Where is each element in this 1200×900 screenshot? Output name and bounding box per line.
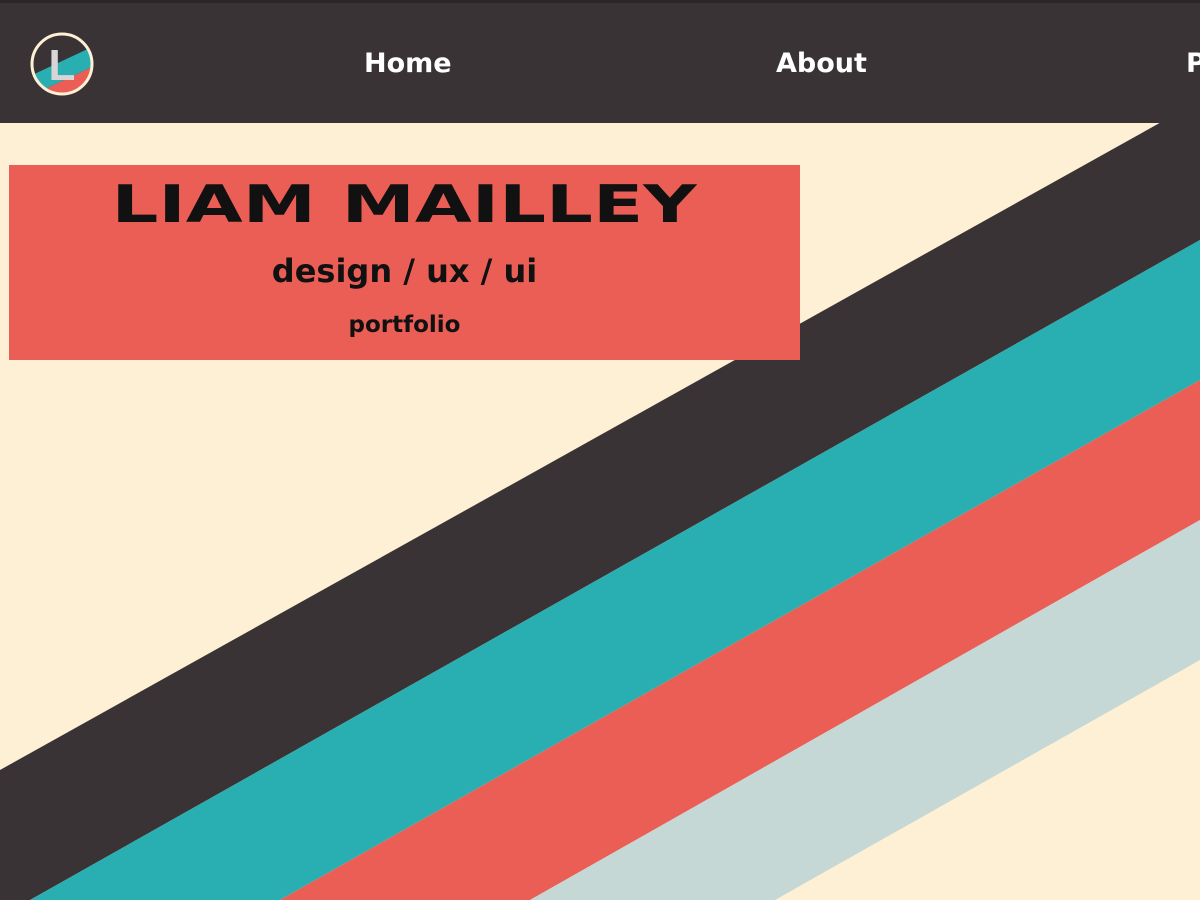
hero-tagline: portfolio — [348, 312, 461, 338]
hero-name-wordmark: LIAM MAILLEY — [112, 175, 699, 231]
nav-link-home[interactable]: Home — [364, 47, 452, 81]
page: L Home About P LIAM MAILLEY design / ux … — [0, 0, 1200, 900]
top-navigation-bar: L Home About P — [0, 0, 1200, 123]
nav-link-about[interactable]: About — [776, 47, 867, 81]
logo-letter: L — [49, 41, 76, 90]
circle-l-logo-icon[interactable]: L — [30, 32, 94, 96]
diagonal-stripes-background — [0, 120, 1200, 900]
hero-card: LIAM MAILLEY design / ux / ui portfolio — [9, 165, 800, 360]
hero-name-text: LIAM MAILLEY — [112, 175, 699, 231]
nav-link-partial[interactable]: P — [1186, 47, 1200, 81]
hero-subtitle: design / ux / ui — [271, 252, 538, 290]
hero-name: LIAM MAILLEY — [9, 175, 800, 231]
